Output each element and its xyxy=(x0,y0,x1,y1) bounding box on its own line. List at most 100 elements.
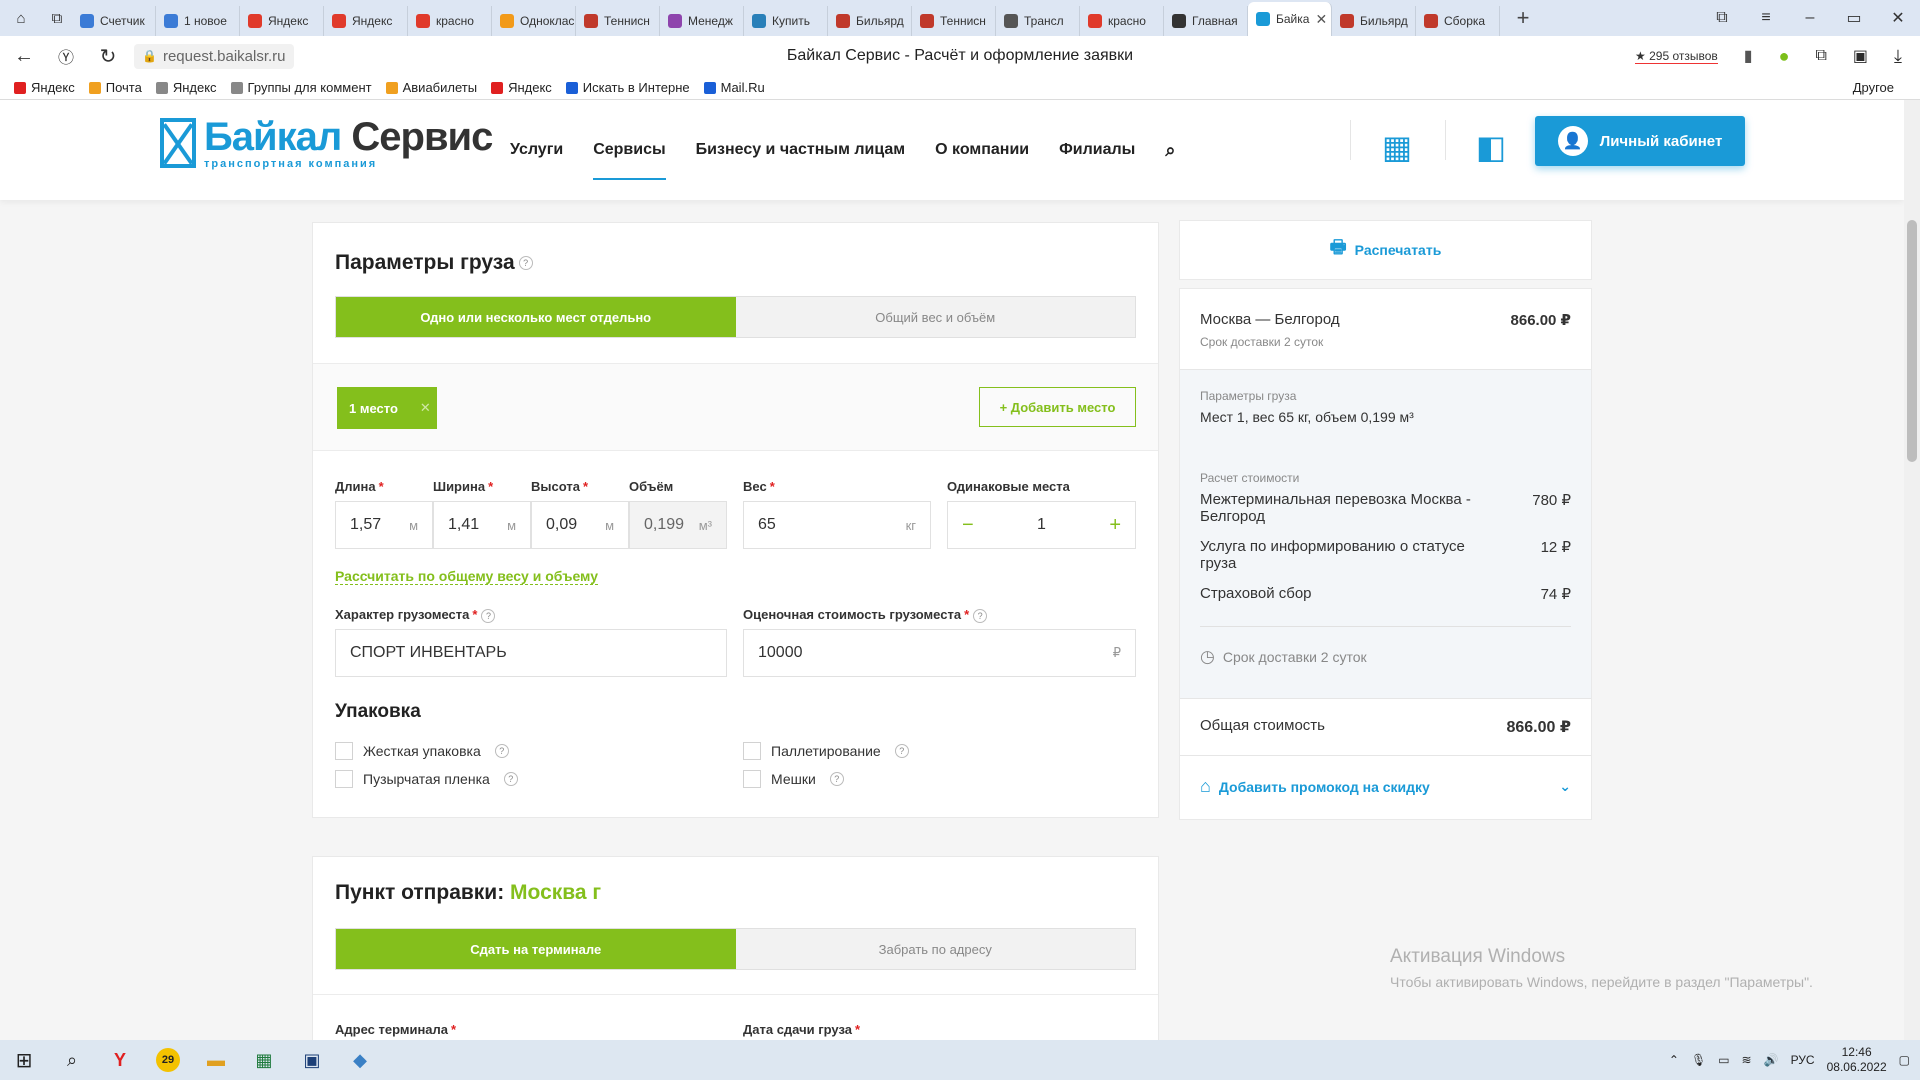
reload-icon[interactable]: ↻ xyxy=(90,38,126,74)
yandex-browser-icon[interactable]: Y xyxy=(96,1040,144,1080)
mode-separate-button[interactable]: Одно или несколько мест отдельно xyxy=(336,297,736,337)
plus-button[interactable]: + xyxy=(1109,514,1121,537)
calc-total-link[interactable]: Рассчитать по общему весу и объему xyxy=(335,568,598,585)
yandex-icon[interactable]: Ⓨ xyxy=(48,38,84,74)
clock[interactable]: 12:46 08.06.2022 xyxy=(1827,1045,1887,1075)
search-icon[interactable]: ⌕ xyxy=(1165,140,1175,161)
new-tab-button[interactable]: + xyxy=(1508,3,1538,33)
microphone-icon[interactable]: 🎙 xyxy=(1691,1053,1706,1067)
mode-total-button[interactable]: Общий вес и объём xyxy=(736,297,1136,337)
width-input[interactable]: 1,41 м xyxy=(433,501,531,549)
bookmark-item[interactable]: Авиабилеты xyxy=(385,80,477,95)
bookmark-item[interactable]: Яндекс xyxy=(155,80,217,95)
bookmark-item[interactable]: Яндекс xyxy=(491,80,552,95)
nav-business[interactable]: Бизнесу и частным лицам xyxy=(696,141,905,159)
maximize-button[interactable]: ▭ xyxy=(1832,0,1876,36)
height-input[interactable]: 0,09 м xyxy=(531,501,629,549)
tray-chevron-icon[interactable]: ⌃ xyxy=(1669,1053,1679,1067)
price-input[interactable]: 10000 ₽ xyxy=(743,629,1136,677)
start-icon[interactable]: ⊞ xyxy=(0,1040,48,1080)
bookmark-item[interactable]: Яндекс xyxy=(14,80,75,95)
excel-icon[interactable]: ▦ xyxy=(240,1040,288,1080)
browser-tab[interactable]: Купить xyxy=(744,6,828,36)
browser-tab[interactable]: 1 новое xyxy=(156,6,240,36)
language-indicator[interactable]: РУС xyxy=(1791,1053,1815,1067)
pack-bags-checkbox[interactable]: Мешки? xyxy=(743,770,844,788)
length-input[interactable]: 1,57 м xyxy=(335,501,433,549)
add-place-button[interactable]: + Добавить место xyxy=(979,387,1136,427)
site-logo[interactable]: Байкал Сервис транспортная компания xyxy=(160,116,493,170)
pack-bags-help-icon[interactable]: ? xyxy=(829,772,844,786)
scrollbar-thumb[interactable] xyxy=(1907,220,1917,462)
weight-input[interactable]: 65 кг xyxy=(743,501,931,549)
place-tag[interactable]: 1 место ✕ xyxy=(337,387,437,429)
pack-pallet-help-icon[interactable]: ? xyxy=(894,744,909,758)
browser-tab[interactable]: Теннисн xyxy=(576,6,660,36)
print-card[interactable]: 🖶 Распечатать xyxy=(1179,220,1592,280)
close-window-button[interactable]: ✕ xyxy=(1876,0,1920,36)
browser-tab[interactable]: Бильярд xyxy=(1332,6,1416,36)
screenshot-icon[interactable]: ▣ xyxy=(1853,46,1868,66)
nav-tools[interactable]: Сервисы xyxy=(593,100,667,200)
notes-app-icon[interactable]: ◆ xyxy=(336,1040,384,1080)
browser-tab[interactable]: красно xyxy=(408,6,492,36)
pack-bubble-checkbox[interactable]: Пузырчатая пленка? xyxy=(335,770,518,788)
page-scrollbar[interactable] xyxy=(1904,100,1920,1040)
explorer-icon[interactable]: ▬ xyxy=(192,1040,240,1080)
pack-bubble-help-icon[interactable]: ? xyxy=(503,772,518,786)
bookmarks-other[interactable]: Другое xyxy=(1853,80,1894,95)
nav-about[interactable]: О компании xyxy=(935,141,1029,159)
extensions-icon[interactable]: ⧉ xyxy=(1815,47,1826,65)
browser-tab[interactable]: Менедж xyxy=(660,6,744,36)
price-help-icon[interactable]: ? xyxy=(973,608,988,623)
nav-branches[interactable]: Филиалы xyxy=(1059,141,1135,159)
nature-input[interactable]: СПОРТ ИНВЕНТАРЬ xyxy=(335,629,727,677)
browser-tab[interactable]: Байка ✕ xyxy=(1248,2,1332,36)
minimize-button[interactable]: – xyxy=(1788,0,1832,36)
browser-tab[interactable]: Одноклас xyxy=(492,6,576,36)
cabinet-button[interactable]: 👤 Личный кабинет xyxy=(1535,116,1745,166)
browser-tab[interactable]: Яндекс xyxy=(324,6,408,36)
close-tab-icon[interactable]: ✕ xyxy=(1315,11,1327,28)
bookmark-icon[interactable]: ▮ xyxy=(1744,46,1753,66)
bookmark-item[interactable]: Группы для коммент xyxy=(230,80,372,95)
bookmark-item[interactable]: Искать в Интерне xyxy=(565,80,690,95)
wifi-icon[interactable]: ≋ xyxy=(1742,1053,1752,1067)
bookmark-item[interactable]: Почта xyxy=(88,80,142,95)
home-icon[interactable]: ⌂ xyxy=(6,4,36,32)
pack-pallet-checkbox[interactable]: Паллетирование? xyxy=(743,742,909,760)
pack-hard-help-icon[interactable]: ? xyxy=(494,744,509,758)
calculator-icon[interactable]: ▦ xyxy=(1372,122,1422,172)
notifications-icon[interactable]: ▢ xyxy=(1899,1053,1910,1067)
mode-pickup-button[interactable]: Забрать по адресу xyxy=(736,929,1136,969)
new-window-icon[interactable]: ⧉ xyxy=(42,4,72,32)
protect-icon[interactable]: ● xyxy=(1779,46,1790,67)
browser-tab[interactable]: Сборка xyxy=(1416,6,1500,36)
bookmark-item[interactable]: Mail.Ru xyxy=(703,80,765,95)
downloads-icon[interactable]: ⤓ xyxy=(1894,46,1902,67)
nature-help-icon[interactable]: ? xyxy=(481,608,496,623)
browser-tab[interactable]: красно xyxy=(1080,6,1164,36)
help-icon[interactable]: ? xyxy=(518,256,533,271)
menu-icon[interactable]: ≡ xyxy=(1744,0,1788,36)
battery-icon[interactable]: ▭ xyxy=(1718,1053,1729,1067)
nav-services[interactable]: Услуги xyxy=(510,141,563,159)
back-icon[interactable]: ← xyxy=(6,38,42,74)
reviews-link[interactable]: ★ 295 отзывов xyxy=(1635,49,1718,64)
search-taskbar-icon[interactable]: ⌕ xyxy=(48,1040,96,1080)
photoshop-icon[interactable]: ▣ xyxy=(288,1040,336,1080)
url-field[interactable]: 🔒 request.baikalsr.ru xyxy=(134,43,294,69)
browser-tab[interactable]: Бильярд xyxy=(828,6,912,36)
mode-terminal-button[interactable]: Сдать на терминале xyxy=(336,929,736,969)
browser-tab[interactable]: Трансл xyxy=(996,6,1080,36)
tracking-icon[interactable]: ◧ xyxy=(1466,122,1516,172)
volume-icon[interactable]: 🔊 xyxy=(1764,1053,1779,1067)
collections-icon[interactable]: ⧉ xyxy=(1700,0,1744,36)
counter-app-icon[interactable]: 29 xyxy=(144,1040,192,1080)
same-places-value[interactable]: 1 xyxy=(1037,516,1046,534)
promo-toggle[interactable]: ⌂ Добавить промокод на скидку ⌄ xyxy=(1200,776,1571,797)
browser-tab[interactable]: Яндекс xyxy=(240,6,324,36)
browser-tab[interactable]: Теннисн xyxy=(912,6,996,36)
pack-hard-checkbox[interactable]: Жесткая упаковка? xyxy=(335,742,509,760)
browser-tab[interactable]: Главная xyxy=(1164,6,1248,36)
